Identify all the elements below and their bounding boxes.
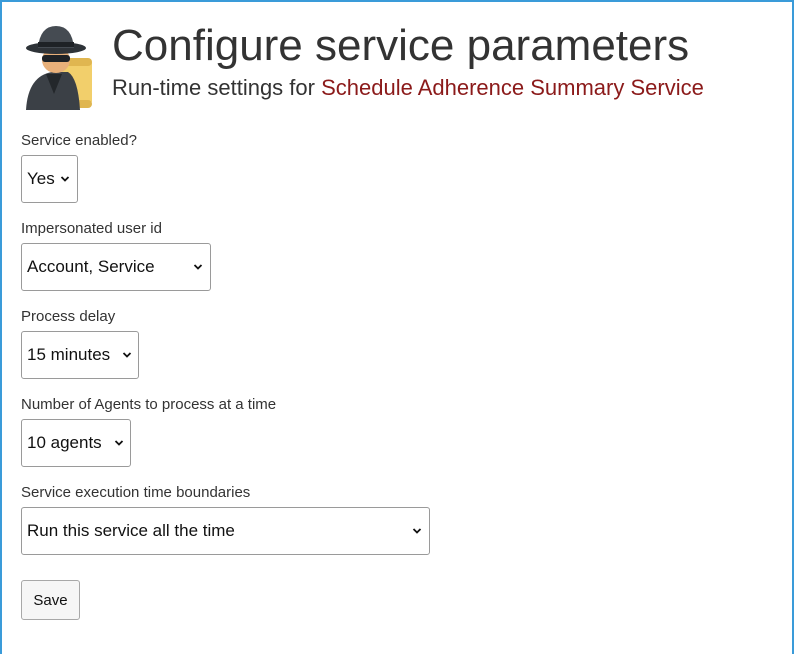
page-subtitle: Run-time settings for Schedule Adherence… bbox=[112, 74, 704, 102]
time-boundaries-label: Service execution time boundaries bbox=[21, 484, 251, 501]
chevron-down-icon bbox=[60, 176, 70, 182]
service-enabled-select[interactable]: Yes bbox=[21, 155, 78, 203]
spy-with-scroll-icon bbox=[18, 20, 102, 112]
dialog-frame: Configure service parameters Run-time se… bbox=[0, 0, 794, 654]
time-boundaries-select[interactable]: Run this service all the time bbox=[21, 507, 430, 555]
service-enabled-value: Yes bbox=[27, 169, 55, 188]
chevron-down-icon bbox=[193, 264, 203, 270]
agents-per-batch-label: Number of Agents to process at a time bbox=[21, 396, 277, 413]
impersonated-user-select[interactable]: Account, Service bbox=[21, 243, 211, 291]
service-name: Schedule Adherence Summary Service bbox=[321, 75, 704, 100]
chevron-down-icon bbox=[412, 528, 422, 534]
impersonated-user-value: Account, Service bbox=[27, 257, 155, 276]
settings-form: Service enabled? Yes Impersonated user i… bbox=[21, 132, 430, 620]
save-button[interactable]: Save bbox=[21, 580, 80, 620]
time-boundaries-value: Run this service all the time bbox=[27, 521, 235, 540]
process-delay-select[interactable]: 15 minutes bbox=[21, 331, 139, 379]
page-header: Configure service parameters Run-time se… bbox=[18, 20, 704, 112]
subtitle-prefix: Run-time settings for bbox=[112, 75, 322, 100]
process-delay-label: Process delay bbox=[21, 308, 116, 325]
header-titles: Configure service parameters Run-time se… bbox=[112, 20, 704, 102]
chevron-down-icon bbox=[122, 352, 132, 358]
service-enabled-label: Service enabled? bbox=[21, 132, 137, 149]
agents-per-batch-value: 10 agents bbox=[27, 433, 102, 452]
chevron-down-icon bbox=[114, 440, 124, 446]
agents-per-batch-select[interactable]: 10 agents bbox=[21, 419, 131, 467]
page-title: Configure service parameters bbox=[112, 21, 690, 70]
impersonated-user-label: Impersonated user id bbox=[21, 220, 162, 237]
process-delay-value: 15 minutes bbox=[27, 345, 111, 364]
